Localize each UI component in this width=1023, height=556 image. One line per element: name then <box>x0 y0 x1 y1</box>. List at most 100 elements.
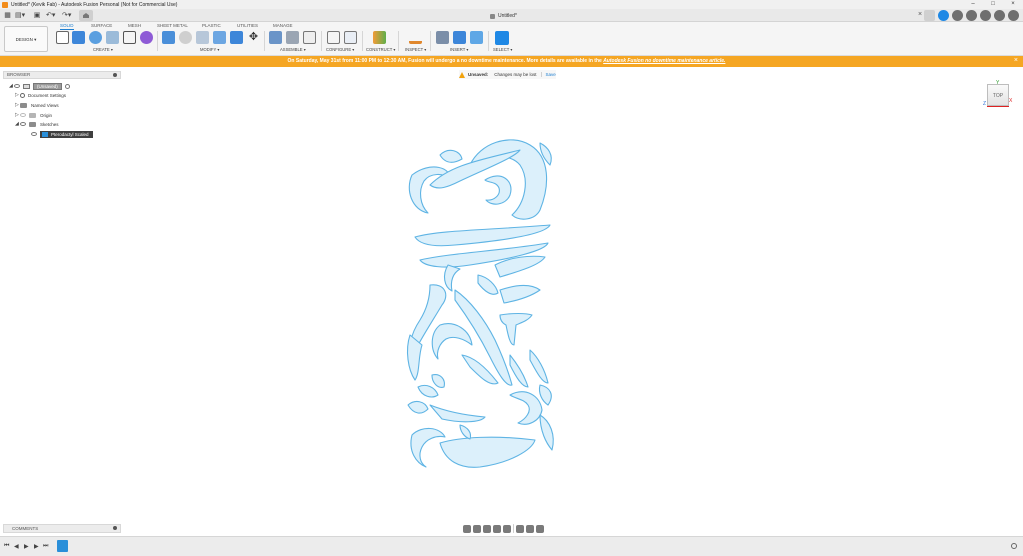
file-menu-icon[interactable]: ▤▾ <box>15 11 25 20</box>
configure-table-icon[interactable] <box>344 31 357 44</box>
measure-icon[interactable] <box>409 31 422 44</box>
viewports-icon[interactable] <box>536 524 544 533</box>
sketch-profile-crest <box>439 149 463 163</box>
extrude-icon[interactable] <box>89 31 102 44</box>
visibility-eye-icon[interactable] <box>31 132 37 136</box>
close-window-button[interactable]: × <box>1003 0 1023 9</box>
sketch-profile-finger-2 <box>529 349 549 384</box>
configure-menu[interactable]: CONFIGURE ▾ <box>326 47 354 52</box>
assemble-menu[interactable]: ASSEMBLE ▾ <box>280 47 306 52</box>
help-icon[interactable] <box>994 10 1005 21</box>
banner-message: On Saturday, May 31st from 11:00 PM to 1… <box>0 58 1013 64</box>
notifications-icon[interactable] <box>980 10 991 21</box>
comments-panel-header[interactable]: COMMENTS <box>3 524 121 533</box>
tab-manage[interactable]: MANAGE <box>273 23 293 28</box>
sketch-canvas[interactable] <box>400 125 560 475</box>
shell-icon[interactable] <box>213 31 226 44</box>
activate-radio-icon[interactable] <box>64 83 70 89</box>
fit-icon[interactable] <box>503 524 511 533</box>
orbit-icon[interactable] <box>463 524 471 533</box>
modify-menu[interactable]: MODIFY ▾ <box>200 47 219 52</box>
tab-surface[interactable]: SURFACE <box>91 23 112 28</box>
user-avatar-icon[interactable] <box>1008 10 1019 21</box>
fillet-icon[interactable] <box>179 31 192 44</box>
extensions-icon[interactable] <box>938 10 949 21</box>
view-cube-face: TOP <box>992 93 1004 99</box>
tab-solid[interactable]: SOLID <box>60 23 74 30</box>
redo-icon[interactable]: ↷▾ <box>62 11 71 20</box>
browser-item-document-settings[interactable]: ▷ Document Settings <box>15 91 66 99</box>
workspace-switcher[interactable]: DESIGN ▾ <box>4 26 48 52</box>
previous-step-button[interactable]: ◀ <box>14 543 19 550</box>
fusion-logo-icon <box>2 1 8 8</box>
new-tab-icon[interactable] <box>924 10 935 21</box>
visibility-eye-icon[interactable] <box>20 122 26 126</box>
display-settings-icon[interactable] <box>516 524 524 533</box>
create-sketch-icon[interactable] <box>56 31 69 44</box>
combine-icon[interactable] <box>230 31 243 44</box>
sweep-icon[interactable] <box>123 31 136 44</box>
browser-item-origin[interactable]: ▷ Origin <box>15 111 52 119</box>
banner-close-button[interactable]: × <box>1014 57 1018 64</box>
move-icon[interactable]: ✥ <box>247 31 260 44</box>
browser-item-sketches[interactable]: ◢ Sketches <box>15 120 59 128</box>
maximize-button[interactable]: □ <box>983 0 1003 9</box>
minimize-button[interactable]: – <box>963 0 983 9</box>
play-button[interactable]: ▶ <box>24 543 29 550</box>
grid-menu-icon[interactable]: ▦ <box>3 11 12 20</box>
tab-mesh[interactable]: MESH <box>128 23 141 28</box>
joint-origin-icon[interactable] <box>303 31 316 44</box>
insert-mesh-icon[interactable] <box>453 31 466 44</box>
job-status-icon[interactable] <box>952 10 963 21</box>
insert-menu[interactable]: INSERT ▾ <box>450 47 468 52</box>
revolve-icon[interactable] <box>106 31 119 44</box>
grid-settings-icon[interactable] <box>526 524 534 533</box>
joint-icon[interactable] <box>269 31 282 44</box>
pan-icon[interactable] <box>483 524 491 533</box>
banner-link[interactable]: Autodesk Fusion no downtime maintenance … <box>603 58 725 64</box>
data-panel-icon[interactable] <box>966 10 977 21</box>
select-menu[interactable]: SELECT ▾ <box>493 47 512 52</box>
insert-derive-icon[interactable] <box>436 31 449 44</box>
chamfer-icon[interactable] <box>196 31 209 44</box>
browser-item-sketch[interactable]: Pterodactyl Scaled <box>31 130 93 138</box>
view-cube[interactable]: TOP <box>987 84 1009 106</box>
as-built-joint-icon[interactable] <box>286 31 299 44</box>
next-step-button[interactable]: ▶ <box>34 543 39 550</box>
pin-icon[interactable] <box>113 73 117 77</box>
browser-panel-header[interactable]: BROWSER <box>3 71 121 79</box>
close-tab-button[interactable]: × <box>918 11 922 18</box>
timeline-settings-gear-icon[interactable] <box>1011 543 1017 549</box>
inspect-menu[interactable]: INSPECT ▾ <box>405 47 426 52</box>
add-comment-icon[interactable] <box>113 526 117 530</box>
go-to-start-button[interactable]: ⏮ <box>4 543 9 550</box>
document-tab[interactable]: Untitled* <box>490 10 517 22</box>
timeline-sketch-icon[interactable] <box>57 540 68 552</box>
home-icon[interactable] <box>79 10 93 21</box>
new-component-icon[interactable] <box>72 31 85 44</box>
sketch-label-selected[interactable]: Pterodactyl Scaled <box>40 130 93 138</box>
tab-sheet-metal[interactable]: SHEET METAL <box>157 23 188 28</box>
go-to-end-button[interactable]: ⏭ <box>43 543 48 550</box>
tab-utilities[interactable]: UTILITIES <box>237 23 258 28</box>
form-icon[interactable] <box>140 31 153 44</box>
visibility-eye-icon[interactable] <box>14 84 20 88</box>
undo-icon[interactable]: ↶▾ <box>46 11 55 20</box>
create-menu[interactable]: CREATE ▾ <box>93 47 113 52</box>
save-icon[interactable]: ▣ <box>33 11 41 20</box>
offset-plane-icon[interactable] <box>373 31 386 44</box>
save-link[interactable]: Save <box>540 72 556 77</box>
construct-menu[interactable]: CONSTRUCT ▾ <box>366 47 395 52</box>
visibility-eye-icon[interactable] <box>20 113 26 117</box>
parameters-icon[interactable] <box>327 31 340 44</box>
look-at-icon[interactable] <box>473 524 481 533</box>
insert-canvas-icon[interactable] <box>470 31 483 44</box>
application-bar: ▦ ▤▾ ▣ ↶▾ ↷▾ Untitled* × <box>0 9 1023 22</box>
zoom-icon[interactable] <box>493 524 501 533</box>
tab-plastic[interactable]: PLASTIC <box>202 23 221 28</box>
press-pull-icon[interactable] <box>162 31 175 44</box>
browser-root[interactable]: ◢ (Unsaved) <box>9 82 70 90</box>
toolbar-divider <box>398 31 399 51</box>
select-arrow-icon[interactable] <box>495 31 509 45</box>
browser-item-named-views[interactable]: ▷ Named Views <box>15 101 59 109</box>
